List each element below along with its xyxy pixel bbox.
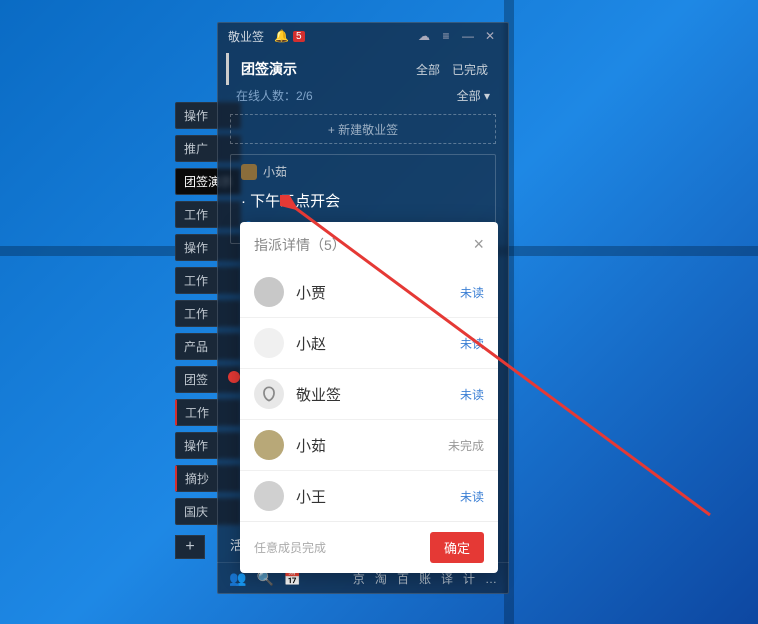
- online-row: 在线人数：2/6 全部 ▾: [218, 85, 508, 110]
- tab-all[interactable]: 全部: [416, 61, 440, 78]
- menu-icon[interactable]: ≡: [438, 28, 454, 44]
- close-icon[interactable]: ✕: [482, 28, 498, 44]
- member-status: 未读: [460, 488, 484, 505]
- new-note-button[interactable]: + 新建敬业签: [230, 114, 496, 144]
- member-row[interactable]: 敬业签未读: [240, 368, 498, 419]
- filter-dropdown[interactable]: 全部 ▾: [457, 87, 490, 104]
- member-avatar: [254, 328, 284, 358]
- online-count: 在线人数：2/6: [236, 87, 313, 104]
- member-row[interactable]: 小王未读: [240, 470, 498, 521]
- notification-icon[interactable]: 🔔: [274, 29, 289, 43]
- member-name: 小赵: [296, 333, 448, 354]
- member-avatar: [254, 277, 284, 307]
- member-name: 小茹: [296, 435, 436, 456]
- author-avatar: [241, 164, 257, 180]
- sync-icon[interactable]: ☁: [416, 28, 432, 44]
- author-name: 小茹: [263, 163, 287, 180]
- minimize-icon[interactable]: —: [460, 28, 476, 44]
- member-status: 未读: [460, 386, 484, 403]
- popup-close-icon[interactable]: ×: [473, 234, 484, 255]
- popup-title: 指派详情（5）: [254, 235, 346, 255]
- member-row[interactable]: 小茹未完成: [240, 419, 498, 470]
- section-header: 团签演示 全部 已完成: [226, 53, 500, 85]
- member-status: 未读: [460, 284, 484, 301]
- member-name: 小贾: [296, 282, 448, 303]
- assign-detail-popup: 指派详情（5） × 小贾未读小赵未读敬业签未读小茹未完成小王未读 任意成员完成 …: [240, 222, 498, 573]
- notification-badge: 5: [293, 31, 305, 42]
- note-title: · 下午三点开会: [241, 190, 485, 211]
- confirm-button[interactable]: 确定: [430, 532, 484, 563]
- chip-more[interactable]: …: [485, 572, 497, 586]
- member-avatar: [254, 379, 284, 409]
- member-name: 小王: [296, 486, 448, 507]
- member-row[interactable]: 小赵未读: [240, 317, 498, 368]
- member-avatar: [254, 430, 284, 460]
- app-title: 敬业签: [228, 28, 264, 45]
- tab-done[interactable]: 已完成: [452, 61, 488, 78]
- titlebar: 敬业签 🔔 5 ☁ ≡ — ✕: [218, 23, 508, 49]
- add-tag-button[interactable]: +: [175, 535, 205, 559]
- member-name: 敬业签: [296, 384, 448, 405]
- member-status: 未完成: [448, 437, 484, 454]
- member-avatar: [254, 481, 284, 511]
- popup-footer-label: 任意成员完成: [254, 539, 420, 556]
- member-row[interactable]: 小贾未读: [240, 267, 498, 317]
- section-title: 团签演示: [241, 59, 297, 79]
- member-list: 小贾未读小赵未读敬业签未读小茹未完成小王未读: [240, 267, 498, 521]
- member-status: 未读: [460, 335, 484, 352]
